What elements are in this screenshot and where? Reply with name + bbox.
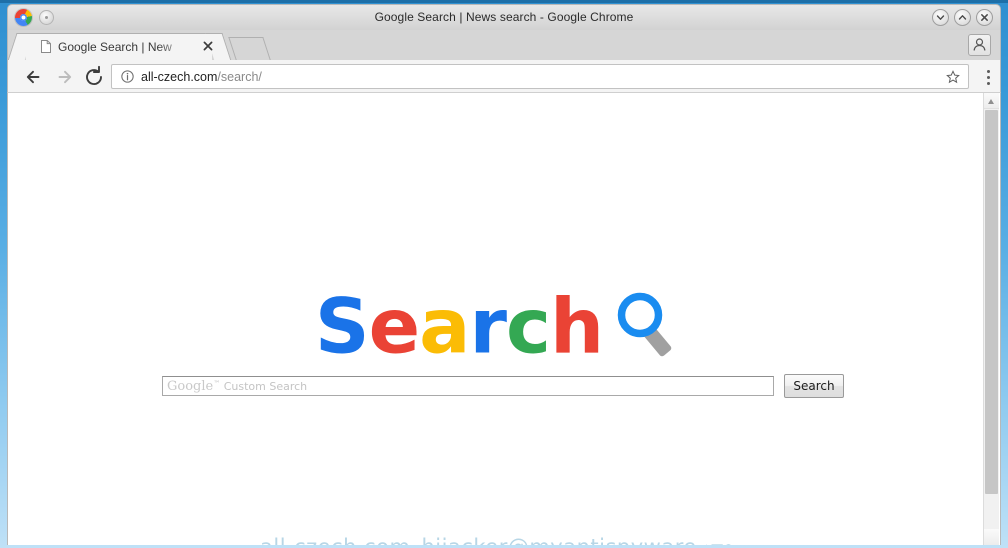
os-window-frame: Google Search | News search - Google Chr… bbox=[0, 0, 1008, 548]
tab-strip: Google Search | New bbox=[7, 30, 1001, 61]
logo-letter-5: h bbox=[550, 281, 604, 371]
logo-wordmark: Search bbox=[314, 281, 604, 371]
tab-close-button[interactable] bbox=[201, 39, 215, 53]
profile-button[interactable] bbox=[968, 34, 991, 56]
logo-letter-4: c bbox=[505, 281, 551, 371]
magnifier-icon bbox=[609, 287, 679, 362]
address-bar[interactable]: all-czech.com/search/ bbox=[111, 64, 969, 89]
menu-dot bbox=[987, 70, 990, 73]
search-button[interactable]: Search bbox=[784, 374, 844, 398]
forward-button bbox=[52, 65, 76, 89]
chevron-down-icon bbox=[936, 15, 945, 20]
vertical-scrollbar[interactable] bbox=[983, 93, 999, 545]
tab-title: Google Search | New bbox=[58, 40, 172, 54]
chrome-menu-button[interactable] bbox=[979, 66, 999, 88]
person-icon bbox=[973, 38, 986, 51]
reload-icon bbox=[86, 65, 102, 85]
back-button[interactable] bbox=[22, 65, 46, 89]
logo-letter-0: S bbox=[314, 281, 370, 371]
url-text: all-czech.com/search/ bbox=[141, 70, 262, 84]
arrow-left-icon bbox=[26, 70, 40, 84]
info-circle-icon[interactable] bbox=[121, 70, 134, 83]
watermark-icons: △▽○ bbox=[701, 540, 735, 545]
menu-dot bbox=[987, 76, 990, 79]
url-domain: all-czech.com bbox=[141, 70, 218, 84]
scroll-up-button[interactable] bbox=[984, 93, 999, 109]
close-icon bbox=[203, 41, 213, 51]
window-title: Google Search | News search - Google Chr… bbox=[374, 10, 634, 24]
arrow-right-icon bbox=[58, 70, 72, 84]
bookmark-star-button[interactable] bbox=[946, 70, 960, 84]
page-file-icon bbox=[41, 40, 51, 53]
close-button[interactable] bbox=[976, 9, 993, 26]
logo-letter-1: e bbox=[368, 281, 421, 371]
scroll-down-button[interactable] bbox=[984, 529, 999, 545]
search-input[interactable] bbox=[162, 376, 774, 396]
logo-letter-2: a bbox=[419, 281, 470, 371]
new-tab-button[interactable] bbox=[228, 37, 271, 60]
web-page: Search Google™ Custom Search Search bbox=[8, 93, 986, 545]
reload-button[interactable] bbox=[82, 65, 106, 89]
logo-letter-3: r bbox=[469, 281, 506, 371]
star-icon bbox=[946, 70, 960, 84]
window-controls bbox=[932, 9, 993, 26]
page-viewport: Search Google™ Custom Search Search bbox=[7, 93, 1001, 545]
close-icon bbox=[981, 14, 988, 21]
url-path: /search/ bbox=[217, 70, 262, 84]
chevron-up-icon bbox=[958, 15, 967, 20]
browser-toolbar: all-czech.com/search/ bbox=[7, 60, 1001, 93]
title-bar: Google Search | News search - Google Chr… bbox=[7, 4, 1001, 30]
minimize-button[interactable] bbox=[932, 9, 949, 26]
search-form: Google™ Custom Search Search bbox=[162, 374, 844, 398]
image-watermark: all-czech.com_hijacker@myantispyware △▽○ bbox=[8, 535, 986, 545]
watermark-text: all-czech.com_hijacker@myantispyware bbox=[260, 535, 697, 545]
site-logo: Search bbox=[8, 287, 986, 366]
scrollbar-thumb[interactable] bbox=[985, 110, 998, 494]
menu-dot bbox=[987, 82, 990, 85]
maximize-button[interactable] bbox=[954, 9, 971, 26]
